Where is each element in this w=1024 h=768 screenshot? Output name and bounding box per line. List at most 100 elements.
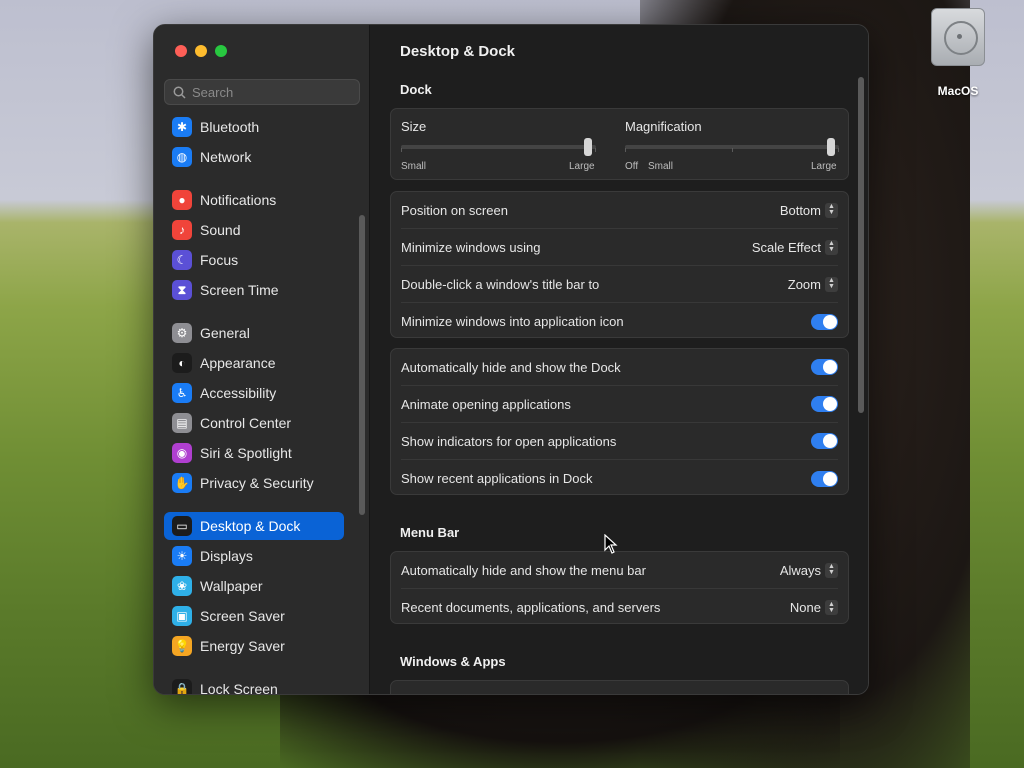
chevron-up-down-icon: ▲ ▼ — [825, 276, 838, 292]
sidebar-item-focus[interactable]: ☾ Focus — [164, 246, 344, 274]
dock-behavior-panel: Automatically hide and show the Dock Anim… — [390, 348, 849, 495]
setting-label: Show recent applications in Dock — [401, 471, 593, 486]
popup-button[interactable]: Always ▲ ▼ — [780, 562, 838, 578]
sidebar-item-desktop-and-dock[interactable]: ▭ Desktop & Dock — [164, 512, 344, 540]
setting-row-show-recent-applications-in-dock: Show recent applications in Dock — [401, 460, 838, 497]
sidebar-item-label: Lock Screen — [200, 681, 278, 695]
minimize-button[interactable] — [195, 45, 207, 57]
network-icon: ◍ — [172, 147, 192, 167]
popup-value: None — [789, 600, 821, 615]
sidebar-item-siri-and-spotlight[interactable]: ◉ Siri & Spotlight — [164, 439, 344, 467]
popup-value: Zoom — [787, 276, 821, 292]
chevron-up-down-icon: ▲ ▼ — [825, 239, 838, 255]
hard-disk-icon — [931, 8, 985, 66]
desktop-disk-icon[interactable]: MacOS — [926, 8, 990, 98]
general-icon: ⚙ — [172, 323, 192, 343]
section-windows-apps: Windows & Apps — [400, 654, 506, 669]
setting-row-minimize-windows-into-application-icon: Minimize windows into application icon — [401, 303, 838, 340]
popup-value: Scale Effect — [751, 239, 821, 255]
magnification-small-label: Small — [648, 161, 674, 172]
toggle-switch[interactable] — [811, 359, 838, 375]
sidebar-item-label: Sound — [200, 222, 241, 238]
section-dock: Dock — [400, 82, 432, 97]
sidebar-item-privacy-and-security[interactable]: ✋ Privacy & Security — [164, 469, 344, 497]
setting-label: Recent documents, applications, and serv… — [401, 600, 661, 615]
desktop-icon-label: MacOS — [937, 84, 979, 98]
chevron-up-down-icon: ▲ ▼ — [825, 600, 838, 615]
sidebar-item-label: Desktop & Dock — [200, 518, 301, 534]
setting-label: Minimize windows using — [401, 239, 541, 255]
size-slider-thumb[interactable] — [584, 138, 593, 156]
sidebar-item-screen-saver[interactable]: ▣ Screen Saver — [164, 602, 344, 630]
sidebar-item-lock-screen[interactable]: 🔒 Lock Screen — [164, 675, 344, 695]
sidebar-item-displays[interactable]: ☀ Displays — [164, 542, 344, 570]
sidebar-item-label: Control Center — [200, 415, 292, 431]
setting-row-animate-opening-applications: Animate opening applications — [401, 386, 838, 423]
sidebar-item-energy-saver[interactable]: 💡 Energy Saver — [164, 632, 344, 660]
sidebar-scrollbar[interactable] — [359, 215, 365, 515]
popup-button[interactable]: Zoom ▲ ▼ — [787, 276, 838, 292]
menu-bar-panel: Automatically hide and show the menu bar… — [390, 551, 849, 624]
content-pane: Desktop & Dock Dock Size Small Large Mag… — [370, 25, 868, 694]
sidebar-item-label: Displays — [200, 548, 253, 564]
search-field[interactable] — [164, 79, 360, 105]
sidebar-item-sound[interactable]: ♪ Sound — [164, 216, 344, 244]
screen-time-icon: ⧗ — [172, 280, 192, 300]
section-menu-bar: Menu Bar — [400, 525, 460, 540]
sidebar-item-label: Appearance — [200, 355, 276, 371]
sound-icon: ♪ — [172, 220, 192, 240]
privacy-and-security-icon: ✋ — [172, 473, 192, 493]
wallpaper-icon: ❀ — [172, 576, 192, 596]
chevron-up-down-icon: ▲ ▼ — [825, 562, 838, 578]
search-input[interactable] — [192, 84, 352, 100]
sidebar: ✱ Bluetooth ◍ Network ● Notifications ♪ Sound ☾ F… — [154, 25, 370, 694]
search-icon — [173, 86, 186, 99]
setting-row-double-click-a-window-s-title-bar-to: Double-click a window's title bar to Zoom… — [401, 266, 838, 303]
sidebar-item-accessibility[interactable]: ♿ Accessibility — [164, 379, 344, 407]
sidebar-item-general[interactable]: ⚙ General — [164, 319, 344, 347]
sidebar-item-label: Network — [200, 149, 252, 165]
setting-row-automatically-hide-and-show-the-menu-bar: Automatically hide and show the menu bar… — [401, 552, 838, 589]
setting-label: Automatically hide and show the Dock — [401, 359, 621, 375]
page-title: Desktop & Dock — [400, 43, 516, 60]
toggle-switch[interactable] — [811, 433, 838, 449]
sidebar-item-label: Bluetooth — [200, 119, 260, 135]
sidebar-item-label: Wallpaper — [200, 578, 263, 594]
siri-and-spotlight-icon: ◉ — [172, 443, 192, 463]
toggle-switch[interactable] — [811, 313, 838, 330]
sidebar-item-control-center[interactable]: ▤ Control Center — [164, 409, 344, 437]
content-scrollbar[interactable] — [858, 77, 864, 413]
sidebar-item-label: Accessibility — [200, 385, 277, 401]
sidebar-item-network[interactable]: ◍ Network — [164, 143, 344, 171]
popup-button[interactable]: Bottom ▲ ▼ — [780, 202, 838, 218]
magnification-slider-thumb[interactable] — [826, 138, 835, 156]
window-controls — [175, 45, 227, 57]
mouse-cursor-icon — [604, 534, 618, 554]
sidebar-item-notifications[interactable]: ● Notifications — [164, 186, 344, 214]
sidebar-item-wallpaper[interactable]: ❀ Wallpaper — [164, 572, 344, 600]
setting-label: Position on screen — [401, 202, 508, 218]
sidebar-item-appearance[interactable]: ◐ Appearance — [164, 349, 344, 377]
toggle-switch[interactable] — [811, 396, 838, 412]
setting-row-minimize-windows-using: Minimize windows using Scale Effect ▲ ▼ — [401, 229, 838, 266]
appearance-icon: ◐ — [172, 353, 192, 373]
setting-label: Minimize windows into application icon — [401, 314, 624, 329]
popup-button[interactable]: None ▲ ▼ — [790, 600, 838, 615]
zoom-button[interactable] — [215, 45, 227, 57]
displays-icon: ☀ — [172, 546, 192, 566]
magnification-label: Magnification — [625, 119, 702, 134]
sidebar-item-bluetooth[interactable]: ✱ Bluetooth — [164, 113, 344, 141]
setting-label: Show indicators for open applications — [401, 433, 617, 449]
size-slider-group: Size Small Large — [401, 119, 601, 172]
sidebar-item-screen-time[interactable]: ⧗ Screen Time — [164, 276, 344, 304]
popup-button[interactable]: Scale Effect ▲ ▼ — [751, 239, 838, 255]
magnification-slider-group: Magnification Off Small Large — [625, 119, 839, 172]
magnification-off-label: Off — [625, 161, 639, 172]
sidebar-item-label: Screen Time — [200, 282, 279, 298]
toggle-switch[interactable] — [811, 470, 838, 487]
setting-label: Animate opening applications — [401, 396, 571, 412]
close-button[interactable] — [175, 45, 187, 57]
notifications-icon: ● — [172, 190, 192, 210]
control-center-icon: ▤ — [172, 413, 192, 433]
magnification-large-label: Large — [811, 161, 837, 172]
